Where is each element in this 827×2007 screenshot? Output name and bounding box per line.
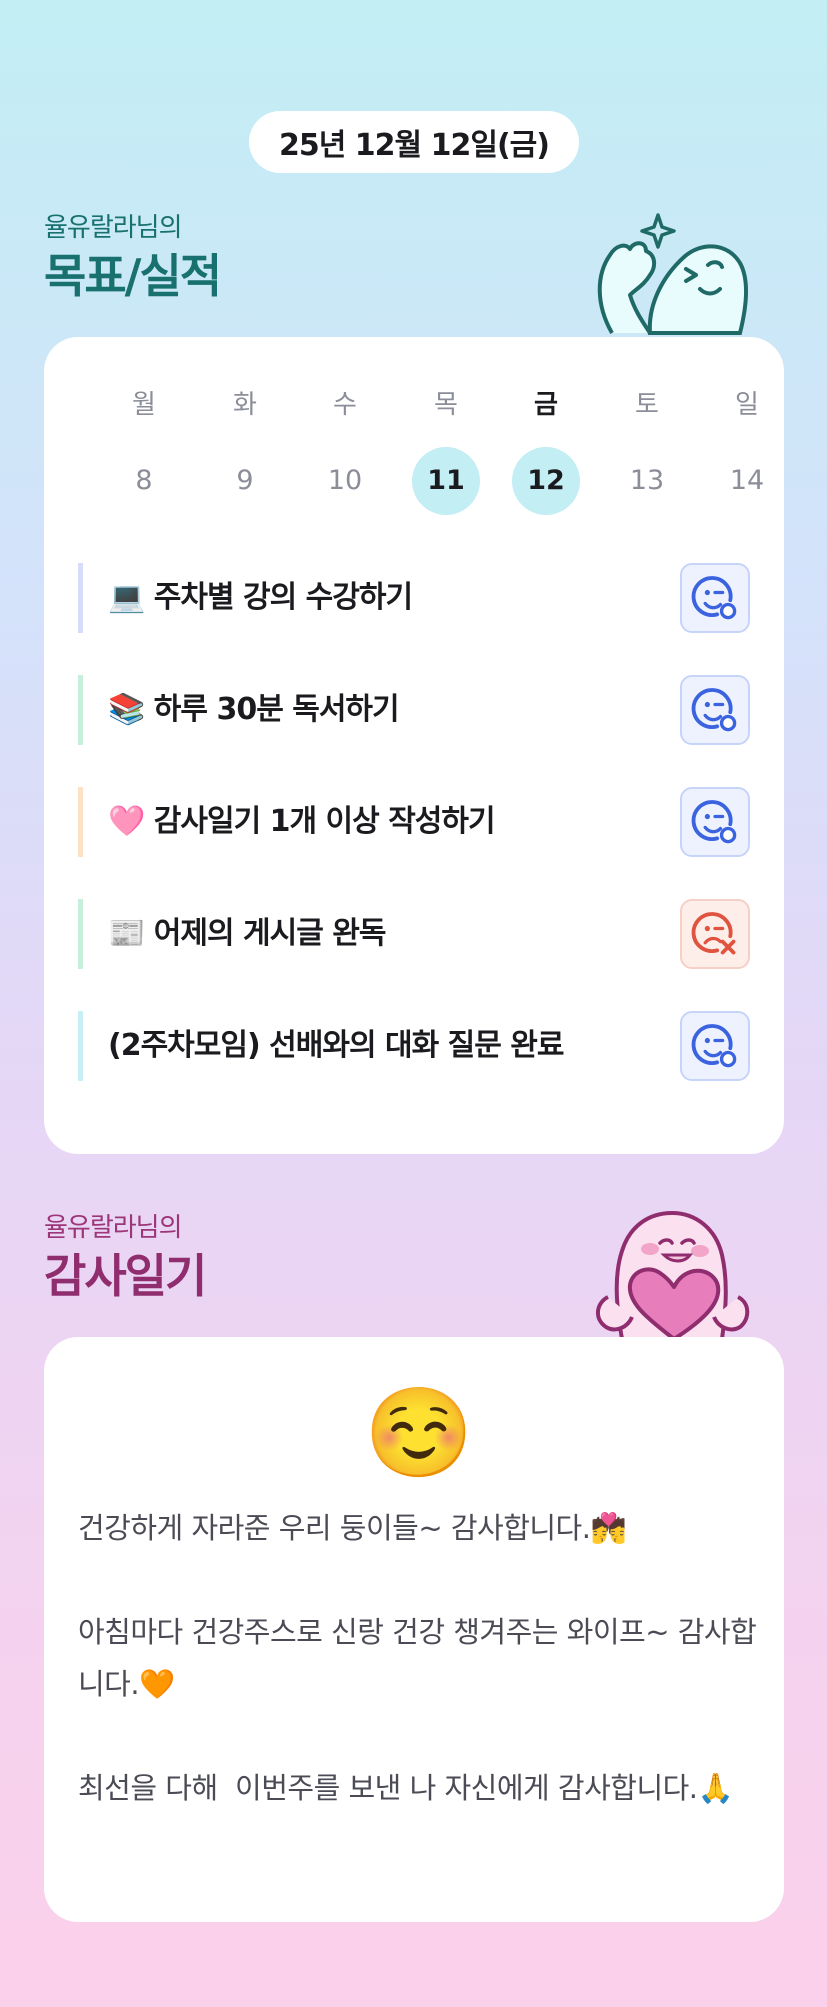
date-label: 25년 12월 12일(금)	[279, 128, 550, 163]
day-number[interactable]: 10	[311, 447, 379, 515]
day-name: 목	[434, 390, 458, 420]
goal-label: 🩷 감사일기 1개 이상 작성하기	[108, 804, 496, 839]
goal-achieved-button[interactable]	[680, 563, 750, 633]
thanks-title: 감사일기	[44, 1249, 207, 1303]
date-pill: 25년 12월 12일(금)	[249, 111, 579, 173]
day-name: 금	[534, 390, 558, 420]
thanks-card: ☺️ 건강하게 자라준 우리 둥이들~ 감사합니다.💏 아침마다 건강주스로 신…	[44, 1337, 784, 1922]
day-name: 일	[735, 390, 759, 420]
goal-row: (2주차모임) 선배와의 대화 질문 완료	[78, 1011, 750, 1081]
day-number[interactable]: 13	[613, 447, 681, 515]
smile-face-icon	[691, 688, 737, 732]
goal-color-bar	[78, 899, 83, 969]
smile-face-icon	[691, 800, 737, 844]
week-calendar: 월 8 화 9 수 10 목 11 금 12 토 13 일 14	[44, 337, 784, 537]
day-name: 화	[233, 390, 257, 420]
goal-color-bar	[78, 1011, 83, 1081]
goal-label: (2주차모임) 선배와의 대화 질문 완료	[108, 1028, 564, 1063]
heart-mascot-icon	[596, 1210, 750, 1339]
goal-achieved-button[interactable]	[680, 1011, 750, 1081]
day-name: 월	[132, 390, 156, 420]
goal-label: 📚 하루 30분 독서하기	[108, 692, 400, 727]
goal-color-bar	[78, 563, 83, 633]
goals-title: 목표/실적	[44, 249, 222, 303]
goal-achieved-button[interactable]	[680, 787, 750, 857]
goal-color-bar	[78, 675, 83, 745]
goal-row: 📰 어제의 게시글 완독	[78, 899, 750, 969]
goal-label: 💻 주차별 강의 수강하기	[108, 580, 413, 615]
goal-label: 📰 어제의 게시글 완독	[108, 916, 386, 951]
day-name: 수	[333, 390, 357, 420]
mood-emoji: ☺️	[364, 1381, 474, 1484]
day-number[interactable]: 12	[512, 447, 580, 515]
day-number[interactable]: 14	[713, 447, 781, 515]
goal-failed-button[interactable]	[680, 899, 750, 969]
goal-color-bar	[78, 787, 83, 857]
goal-row: 📚 하루 30분 독서하기	[78, 675, 750, 745]
goals-card: 월 8 화 9 수 10 목 11 금 12 토 13 일 14 💻 주차별 강의 수강하기 📚 하루 30…	[44, 337, 784, 1154]
day-name: 토	[635, 390, 659, 420]
goals-subtitle: 율유랄라님의	[44, 213, 183, 243]
sad-face-icon	[691, 912, 736, 955]
day-number[interactable]: 8	[110, 447, 178, 515]
goal-row: 🩷 감사일기 1개 이상 작성하기	[78, 787, 750, 857]
day-number[interactable]: 11	[412, 447, 480, 515]
day-number[interactable]: 9	[211, 447, 279, 515]
thanks-subtitle: 율유랄라님의	[44, 1213, 183, 1243]
goal-row: 💻 주차별 강의 수강하기	[78, 563, 750, 633]
sparkle-mascot-icon	[597, 213, 749, 335]
goal-achieved-button[interactable]	[680, 675, 750, 745]
thanks-text: 건강하게 자라준 우리 둥이들~ 감사합니다.💏 아침마다 건강주스로 신랑 건…	[78, 1511, 757, 1805]
smile-face-icon	[691, 576, 737, 620]
smile-face-icon	[691, 1024, 737, 1068]
